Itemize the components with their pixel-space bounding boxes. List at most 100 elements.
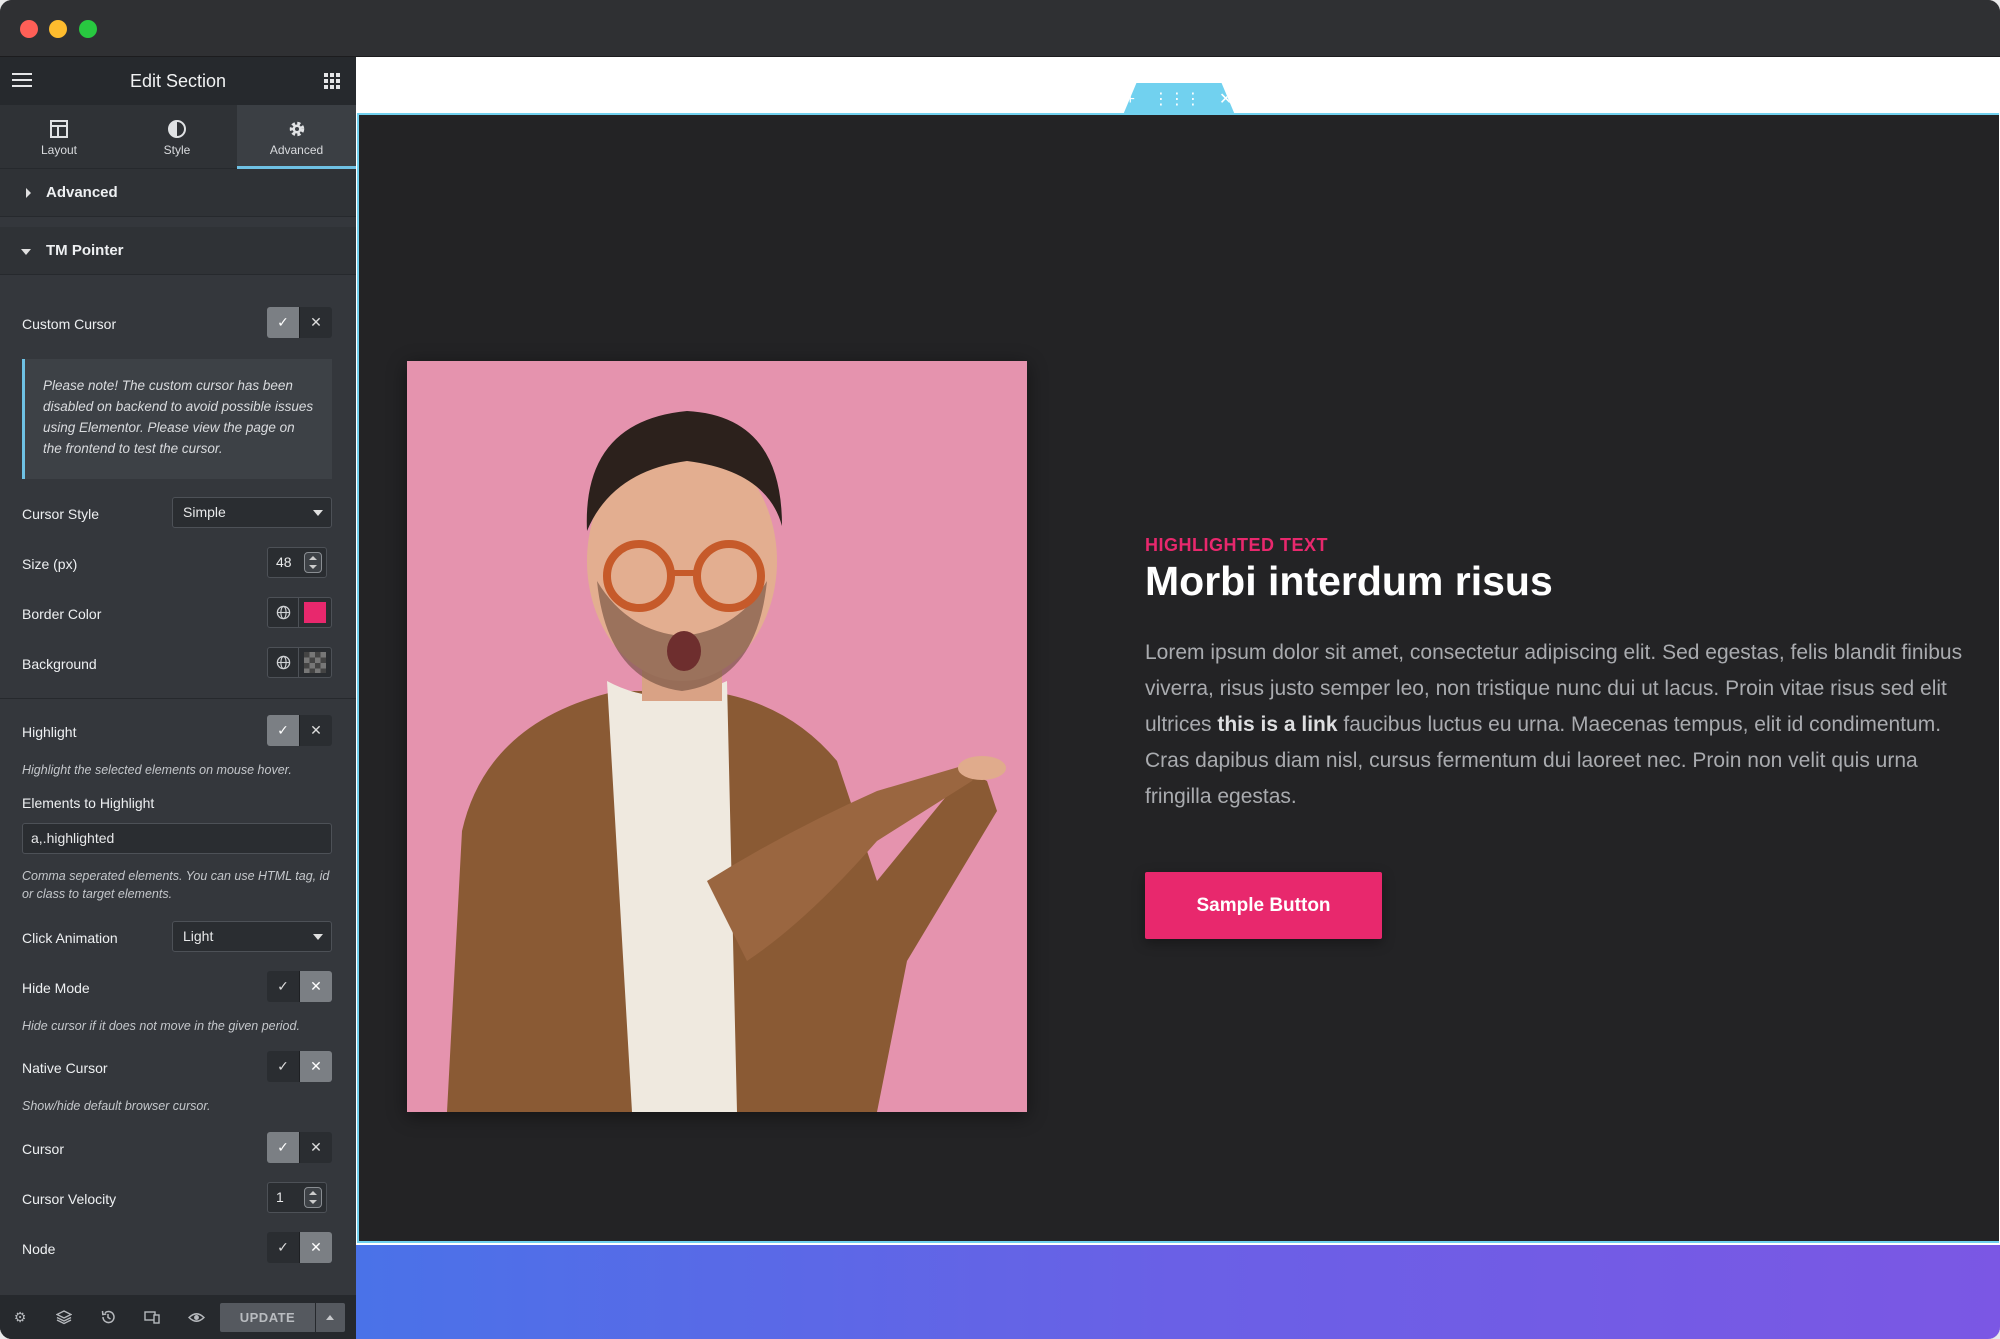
elements-to-highlight-input[interactable]: a,.highlighted: [22, 823, 332, 854]
highlight-hint: Highlight the selected elements on mouse…: [22, 763, 292, 777]
section-title: TM Pointer: [46, 242, 124, 259]
stepper-icon[interactable]: [304, 552, 322, 573]
tab-advanced[interactable]: Advanced: [237, 105, 356, 169]
border-color-label: Border Color: [22, 606, 102, 622]
divider: [0, 698, 356, 699]
tab-label: Layout: [40, 143, 78, 157]
tab-label: Advanced: [269, 143, 324, 157]
native-cursor-label: Native Cursor: [22, 1060, 108, 1076]
close-icon[interactable]: ✕: [300, 715, 332, 746]
cursor-switch[interactable]: ✓ ✕: [267, 1132, 332, 1163]
globe-icon[interactable]: [267, 597, 299, 628]
select-value: Simple: [183, 504, 226, 520]
close-icon[interactable]: ✕: [300, 1132, 332, 1163]
size-value: 48: [276, 554, 292, 570]
chevron-down-icon: [313, 510, 323, 516]
color-swatch[interactable]: [299, 597, 332, 628]
close-icon[interactable]: ✕: [1219, 92, 1232, 108]
maximize-window-button[interactable]: [79, 20, 97, 38]
close-icon[interactable]: ✕: [300, 307, 332, 338]
hide-mode-switch[interactable]: ✓ ✕: [267, 971, 332, 1002]
tab-label: Style: [163, 143, 191, 157]
hero-content: HIGHLIGHTED TEXT Morbi interdum risus Lo…: [1145, 535, 1965, 815]
surprised-man-image: [407, 361, 1027, 1112]
hero-image: [407, 361, 1027, 1112]
close-icon[interactable]: ✕: [300, 1232, 332, 1263]
native-cursor-switch[interactable]: ✓ ✕: [267, 1051, 332, 1082]
hide-mode-hint: Hide cursor if it does not move in the g…: [22, 1019, 300, 1033]
check-icon[interactable]: ✓: [267, 1051, 299, 1082]
stepper-icon[interactable]: [304, 1187, 322, 1208]
edited-section[interactable]: HIGHLIGHTED TEXT Morbi interdum risus Lo…: [357, 113, 1999, 1243]
velocity-value: 1: [276, 1189, 284, 1205]
check-icon[interactable]: ✓: [267, 1232, 299, 1263]
eye-icon[interactable]: [186, 1307, 206, 1327]
cursor-label: Cursor: [22, 1141, 65, 1157]
cursor-style-label: Cursor Style: [22, 506, 100, 522]
elements-to-highlight-label: Elements to Highlight: [22, 795, 155, 811]
update-button[interactable]: UPDATE: [220, 1303, 315, 1332]
transparent-swatch[interactable]: [299, 647, 332, 678]
background-label: Background: [22, 656, 97, 672]
section-title: Advanced: [46, 184, 118, 201]
check-icon[interactable]: ✓: [267, 307, 299, 338]
settings-icon[interactable]: ⚙: [10, 1307, 30, 1327]
cursor-velocity-label: Cursor Velocity: [22, 1191, 117, 1207]
section-advanced-header[interactable]: Advanced: [0, 169, 356, 217]
hide-mode-label: Hide Mode: [22, 980, 90, 996]
gear-icon: [289, 121, 304, 137]
sample-button[interactable]: Sample Button: [1145, 872, 1382, 939]
minimize-window-button[interactable]: [49, 20, 67, 38]
node-switch[interactable]: ✓ ✕: [267, 1232, 332, 1263]
close-icon[interactable]: ✕: [300, 971, 332, 1002]
chevron-right-icon: [26, 188, 31, 198]
history-icon[interactable]: [98, 1307, 118, 1327]
panel-tabs: Layout Style Advanced: [0, 105, 356, 169]
panel-title: Edit Section: [129, 71, 227, 91]
section-tm-pointer-header[interactable]: TM Pointer: [0, 227, 356, 275]
border-color-swatch: [304, 602, 326, 623]
paragraph-link[interactable]: this is a link: [1217, 713, 1337, 736]
tab-style[interactable]: Style: [118, 105, 236, 169]
section-handle[interactable]: + ⋮⋮⋮ ✕: [1123, 83, 1235, 115]
editor-panel: Edit Section Layout Style Advanced Advan…: [0, 57, 356, 1339]
check-icon[interactable]: ✓: [267, 715, 299, 746]
highlight-label: Highlight: [22, 724, 77, 740]
custom-cursor-switch[interactable]: ✓ ✕: [267, 307, 332, 338]
close-window-button[interactable]: [20, 20, 38, 38]
add-icon[interactable]: +: [1126, 92, 1135, 108]
panel-footer: ⚙ UPDATE: [0, 1295, 356, 1339]
responsive-icon[interactable]: [142, 1307, 162, 1327]
close-icon[interactable]: ✕: [300, 1051, 332, 1082]
layout-icon: [50, 120, 68, 138]
drag-icon[interactable]: ⋮⋮⋮: [1153, 92, 1201, 108]
chevron-up-icon[interactable]: [316, 1303, 345, 1332]
border-color-control[interactable]: [267, 597, 332, 628]
app-window: Edit Section Layout Style Advanced Advan…: [0, 0, 2000, 1339]
layers-icon[interactable]: [54, 1307, 74, 1327]
cursor-style-select[interactable]: Simple: [172, 497, 332, 528]
check-icon[interactable]: ✓: [267, 971, 299, 1002]
elements-to-highlight-hint: Comma seperated elements. You can use HT…: [22, 869, 330, 901]
highlighted-text: HIGHLIGHTED TEXT: [1145, 535, 1328, 555]
input-value: a,.highlighted: [31, 830, 115, 846]
cursor-notice: Please note! The custom cursor has been …: [22, 359, 332, 479]
section-heading: Morbi interdum risus: [1145, 558, 1553, 604]
size-input[interactable]: 48: [267, 547, 327, 578]
cursor-velocity-input[interactable]: 1: [267, 1182, 327, 1213]
page-canvas: + ⋮⋮⋮ ✕ HIGHLIGHTED TEXT Morbi interdum …: [356, 57, 2000, 1339]
size-label: Size (px): [22, 556, 78, 572]
globe-icon[interactable]: [267, 647, 299, 678]
chevron-down-icon: [21, 249, 31, 255]
tab-layout[interactable]: Layout: [0, 105, 118, 169]
check-icon[interactable]: ✓: [267, 1132, 299, 1163]
apps-grid-icon[interactable]: [324, 73, 340, 89]
click-animation-select[interactable]: Light: [172, 921, 332, 952]
background-color-control[interactable]: [267, 647, 332, 678]
highlight-switch[interactable]: ✓ ✕: [267, 715, 332, 746]
title-bar: [0, 0, 2000, 57]
native-cursor-hint: Show/hide default browser cursor.: [22, 1099, 211, 1113]
chevron-down-icon: [313, 934, 323, 940]
style-icon: [168, 120, 186, 138]
click-animation-label: Click Animation: [22, 930, 118, 946]
